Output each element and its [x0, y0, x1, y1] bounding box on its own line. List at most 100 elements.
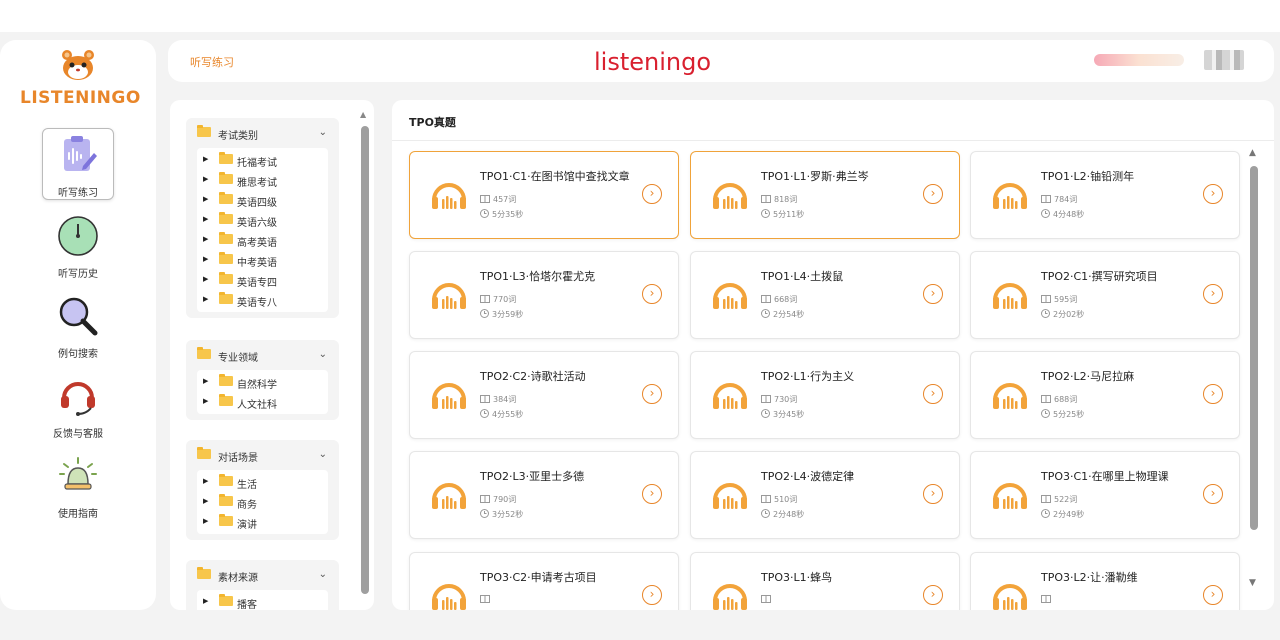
clock-small-icon	[761, 509, 770, 518]
folder-icon	[219, 212, 233, 224]
tpo-card[interactable]: TPO3·L2·让·潘勒维 ›	[970, 552, 1240, 610]
arrow-right-circle-icon[interactable]: ›	[923, 484, 943, 504]
expand-triangle-icon[interactable]: ▶	[203, 275, 208, 283]
filter-item[interactable]: ▶ 人文社科	[197, 392, 328, 412]
user-info[interactable]	[1094, 50, 1244, 72]
word-count-text: 790词	[493, 495, 517, 504]
filter-group-header[interactable]: 考试类别 ⌄	[186, 118, 339, 148]
expand-triangle-icon[interactable]: ▶	[203, 597, 208, 605]
card-word-count	[761, 595, 774, 604]
arrow-right-circle-icon[interactable]: ›	[923, 585, 943, 605]
expand-triangle-icon[interactable]: ▶	[203, 175, 208, 183]
expand-triangle-icon[interactable]: ▶	[203, 235, 208, 243]
card-title: TPO3·C2·申请考古项目	[480, 571, 597, 584]
card-title: TPO1·L2·铀铅测年	[1041, 170, 1135, 183]
arrow-right-circle-icon[interactable]: ›	[642, 384, 662, 404]
filter-scroll-up-arrow[interactable]: ▲	[360, 110, 366, 119]
arrow-right-circle-icon[interactable]: ›	[1203, 284, 1223, 304]
arrow-right-circle-icon[interactable]: ›	[642, 484, 662, 504]
filter-item[interactable]: ▶ 雅思考试	[197, 170, 328, 190]
logo-text: LISTENINGO	[20, 88, 141, 108]
arrow-right-circle-icon[interactable]: ›	[642, 284, 662, 304]
clock-small-icon	[480, 209, 489, 218]
arrow-right-circle-icon[interactable]: ›	[642, 585, 662, 605]
filter-group-header[interactable]: 对话场景 ⌄	[186, 440, 339, 470]
filter-item[interactable]: ▶ 中考英语	[197, 250, 328, 270]
book-icon	[1041, 195, 1051, 203]
filter-item[interactable]: ▶ 播客	[197, 592, 328, 610]
arrow-right-circle-icon[interactable]: ›	[1203, 484, 1223, 504]
tpo-card[interactable]: TPO1·L1·罗斯·弗兰岑 818词 5分11秒 ›	[690, 151, 960, 239]
chevron-down-icon[interactable]: ⌄	[319, 349, 327, 360]
filter-group: 考试类别 ⌄ ▶ 托福考试 ▶ 雅思考试 ▶ 英语四级 ▶ 英语六级 ▶ 高考英语 ▶ 中考英语 ▶ 英语专四…	[186, 118, 339, 318]
expand-triangle-icon[interactable]: ▶	[203, 255, 208, 263]
filter-item-label: 英语专四	[237, 278, 277, 289]
chevron-down-icon[interactable]: ⌄	[319, 569, 327, 580]
expand-triangle-icon[interactable]: ▶	[203, 195, 208, 203]
tpo-card[interactable]: TPO2·L3·亚里士多德 790词 3分52秒 ›	[409, 451, 679, 539]
chevron-down-icon[interactable]: ⌄	[319, 449, 327, 460]
filter-item[interactable]: ▶ 演讲	[197, 512, 328, 532]
tpo-card[interactable]: TPO1·L4·土拨鼠 668词 2分54秒 ›	[690, 251, 960, 339]
filter-item[interactable]: ▶ 生活	[197, 472, 328, 492]
expand-triangle-icon[interactable]: ▶	[203, 497, 208, 505]
expand-triangle-icon[interactable]: ▶	[203, 517, 208, 525]
filter-scrollbar[interactable]	[361, 126, 369, 594]
arrow-right-circle-icon[interactable]: ›	[923, 284, 943, 304]
tpo-card[interactable]: TPO1·L3·恰塔尔霍尤克 770词 3分59秒 ›	[409, 251, 679, 339]
filter-item[interactable]: ▶ 英语四级	[197, 190, 328, 210]
nav-dictation-history[interactable]: 听写历史	[42, 210, 114, 282]
filter-group-header[interactable]: 专业领域 ⌄	[186, 340, 339, 370]
expand-triangle-icon[interactable]: ▶	[203, 477, 208, 485]
book-icon	[1041, 495, 1051, 503]
expand-triangle-icon[interactable]: ▶	[203, 215, 208, 223]
arrow-right-circle-icon[interactable]: ›	[1203, 384, 1223, 404]
nav-feedback[interactable]: 反馈与客服	[42, 370, 114, 442]
breadcrumb[interactable]: 听写练习	[190, 54, 234, 70]
arrow-right-circle-icon[interactable]: ›	[1203, 184, 1223, 204]
nav-dictation-practice[interactable]: 听写练习	[42, 128, 114, 200]
filter-item[interactable]: ▶ 托福考试	[197, 150, 328, 170]
chevron-down-icon[interactable]: ⌄	[319, 127, 327, 138]
tpo-card[interactable]: TPO2·L2·马尼拉麻 688词 5分25秒 ›	[970, 351, 1240, 439]
filter-group-header[interactable]: 素材来源 ⌄	[186, 560, 339, 590]
arrow-right-circle-icon[interactable]: ›	[923, 384, 943, 404]
nav-user-guide[interactable]: 使用指南	[42, 450, 114, 522]
arrow-right-circle-icon[interactable]: ›	[642, 184, 662, 204]
tpo-card[interactable]: TPO2·L1·行为主义 730词 3分45秒 ›	[690, 351, 960, 439]
expand-triangle-icon[interactable]: ▶	[203, 155, 208, 163]
tpo-card[interactable]: TPO2·L4·波德定律 510词 2分48秒 ›	[690, 451, 960, 539]
nav-sentence-search[interactable]: 例句搜索	[42, 290, 114, 362]
expand-triangle-icon[interactable]: ▶	[203, 295, 208, 303]
tpo-card[interactable]: TPO2·C2·诗歌社活动 384词 4分55秒 ›	[409, 351, 679, 439]
word-count-text: 818词	[774, 195, 798, 204]
arrow-right-circle-icon[interactable]: ›	[1203, 585, 1223, 605]
filter-item[interactable]: ▶ 高考英语	[197, 230, 328, 250]
expand-triangle-icon[interactable]: ▶	[203, 397, 208, 405]
folder-icon	[219, 514, 233, 526]
tpo-card[interactable]: TPO1·C1·在图书馆中查找文章 457词 5分35秒 ›	[409, 151, 679, 239]
filter-item[interactable]: ▶ 英语专八	[197, 290, 328, 310]
tpo-card[interactable]: TPO2·C1·撰写研究项目 595词 2分02秒 ›	[970, 251, 1240, 339]
clock-small-icon	[761, 209, 770, 218]
duration-text: 2分54秒	[773, 310, 805, 319]
tpo-card[interactable]: TPO3·C1·在哪里上物理课 522词 2分49秒 ›	[970, 451, 1240, 539]
avatar[interactable]	[1204, 50, 1244, 70]
filter-item[interactable]: ▶ 自然科学	[197, 372, 328, 392]
content-scrollbar[interactable]	[1250, 166, 1258, 530]
filter-item[interactable]: ▶ 商务	[197, 492, 328, 512]
folder-icon	[219, 374, 233, 386]
tpo-card[interactable]: TPO1·L2·铀铅测年 784词 4分48秒 ›	[970, 151, 1240, 239]
tpo-card[interactable]: TPO3·L1·蜂鸟 ›	[690, 552, 960, 610]
arrow-right-circle-icon[interactable]: ›	[923, 184, 943, 204]
content-scroll-up-arrow[interactable]: ▲	[1249, 148, 1256, 158]
tpo-card[interactable]: TPO3·C2·申请考古项目 ›	[409, 552, 679, 610]
filter-panel: 考试类别 ⌄ ▶ 托福考试 ▶ 雅思考试 ▶ 英语四级 ▶ 英语六级 ▶ 高考英语 ▶ 中考英语 ▶ 英语专四…	[170, 100, 374, 610]
filter-item[interactable]: ▶ 英语专四	[197, 270, 328, 290]
app-logo[interactable]: LISTENINGO	[20, 46, 140, 108]
expand-triangle-icon[interactable]: ▶	[203, 377, 208, 385]
content-scroll-down-arrow[interactable]: ▼	[1249, 578, 1256, 588]
filter-item[interactable]: ▶ 英语六级	[197, 210, 328, 230]
duration-text: 5分11秒	[773, 210, 805, 219]
headphones-icon	[432, 584, 466, 610]
